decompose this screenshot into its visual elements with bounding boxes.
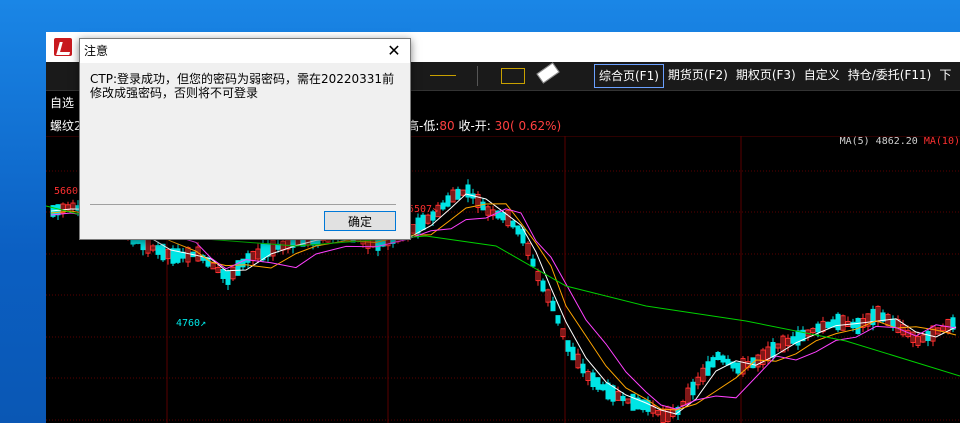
candle-body (605, 382, 611, 400)
nav-overview-tab[interactable]: 综合页(F1) (594, 64, 664, 88)
bar-stats: 高-低:80 收-开: 30( 0.62%) (407, 118, 561, 134)
candle-body (735, 362, 741, 374)
close-icon[interactable]: ✕ (384, 41, 404, 61)
candle-body (415, 217, 421, 234)
candle-body (580, 363, 586, 374)
candle-body (555, 315, 561, 324)
candle-body (790, 336, 796, 344)
nav-next-tab[interactable]: 下 (935, 64, 955, 86)
candle-body (890, 318, 896, 328)
candle-body (440, 202, 446, 210)
candle-body (540, 280, 546, 292)
dialog-title: 注意 (84, 44, 109, 58)
candle-body (690, 381, 696, 396)
candle-body (455, 188, 461, 200)
candle-body (570, 346, 576, 361)
dialog-divider (90, 204, 396, 205)
candle-body (550, 300, 556, 312)
high-price-label: 5660 (54, 186, 78, 197)
candle-body (925, 331, 931, 341)
dialog-titlebar: 注意 ✕ (80, 39, 410, 63)
candle-body (480, 201, 486, 211)
candle-body (720, 355, 726, 363)
candle-body (220, 269, 226, 279)
candle-body (565, 340, 571, 352)
candle-body (610, 385, 616, 402)
candle-body (630, 393, 636, 411)
nav-options-tab[interactable]: 期权页(F3) (732, 64, 800, 86)
candle-body (265, 243, 271, 257)
candle-body (645, 400, 651, 412)
candle-body (600, 384, 606, 391)
candle-body (510, 220, 516, 228)
watchlist-tab[interactable]: 自选 (50, 92, 74, 114)
candle-body (245, 253, 251, 263)
nav-futures-tab[interactable]: 期货页(F2) (664, 64, 732, 86)
toolbar-separator (477, 66, 478, 86)
candle-body (855, 317, 861, 335)
candle-body (590, 372, 596, 388)
ma-legend: MA(5) 4862.20 MA(10) (840, 136, 960, 147)
candle-body (705, 361, 711, 376)
dialog-message: CTP:登录成功，但您的密码为弱密码，需在20220331前修改成强密码，否则将… (90, 72, 395, 100)
peak-price-label: 5507↘ (408, 204, 438, 215)
notice-dialog: 注意 ✕ CTP:登录成功，但您的密码为弱密码，需在20220331前修改成强密… (79, 38, 411, 240)
eraser-icon[interactable] (536, 62, 560, 84)
candle-body (225, 271, 231, 285)
range-label: 高-低: (407, 119, 440, 133)
candle-body (155, 245, 161, 255)
ma10-legend: MA(10) (923, 136, 960, 147)
candle-body (620, 395, 626, 402)
app-logo-icon (54, 38, 72, 56)
nav-positions-tab[interactable]: 持仓/委托(F11) (844, 64, 936, 86)
draw-line-icon[interactable] (430, 75, 456, 76)
ok-button[interactable]: 确定 (324, 211, 396, 231)
candle-body (515, 225, 521, 235)
change-value: 30( 0.62%) (490, 119, 562, 133)
candle-body (420, 214, 426, 231)
candle-body (825, 321, 831, 329)
candle-body (500, 212, 506, 221)
candle-body (715, 351, 721, 361)
candle-body (710, 357, 716, 368)
low-price-label: 4760↗ (176, 318, 206, 329)
candle-body (770, 342, 776, 358)
page-nav: 综合页(F1) 期货页(F2) 期权页(F3) 自定义 持仓/委托(F11) 下 (594, 64, 955, 88)
change-label: 收-开: (454, 119, 491, 133)
candle-body (595, 377, 601, 390)
draw-rectangle-icon[interactable] (501, 68, 525, 84)
range-value: 80 (439, 119, 455, 133)
contract-symbol: 螺纹2 (50, 119, 82, 133)
candle-body (835, 313, 841, 331)
candle-body (445, 195, 451, 207)
candle-body (530, 258, 536, 267)
candle-body (815, 323, 821, 333)
ma5-legend: MA(5) 4862.20 (839, 136, 918, 147)
candle-body (850, 321, 856, 329)
nav-custom-tab[interactable]: 自定义 (800, 64, 844, 86)
candle-body (260, 243, 266, 261)
